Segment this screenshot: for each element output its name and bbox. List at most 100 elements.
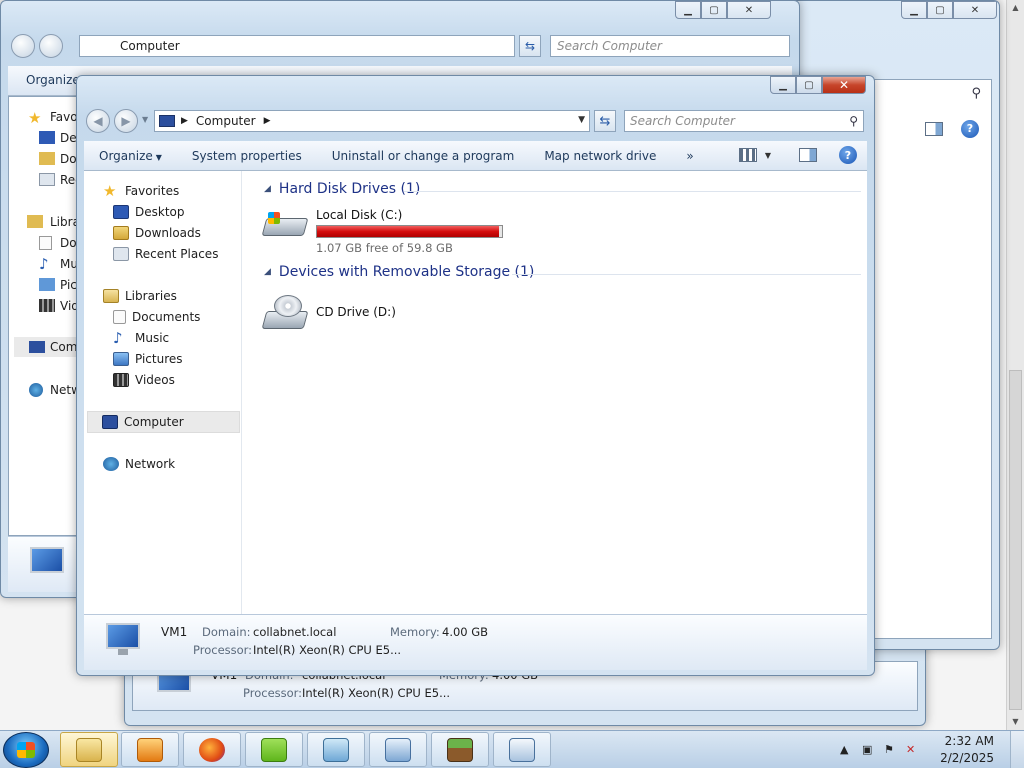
action-center-flag-icon[interactable]: ⚑	[884, 743, 894, 756]
uninstall-program-button[interactable]: Uninstall or change a program	[317, 149, 530, 163]
processor-label: Processor:	[193, 643, 253, 657]
help-icon[interactable]: ?	[839, 146, 857, 164]
minimize-button[interactable]: ▁	[901, 1, 927, 19]
task-app-icon	[323, 737, 349, 762]
details-pane: VM1 Domain: collabnet.local Memory: 4.00…	[84, 614, 867, 670]
nav-libraries[interactable]: Libraries	[103, 289, 177, 303]
nav-network[interactable]: Network	[103, 457, 175, 471]
group-divider	[404, 191, 861, 192]
bg1-nav-computer[interactable]: Com	[14, 337, 78, 357]
clock-date[interactable]: 2/2/2025	[940, 751, 994, 765]
address-bar[interactable]: Computer	[79, 35, 515, 57]
forward-button[interactable]: ▶	[114, 109, 138, 133]
nav-recent-places[interactable]: Recent Places	[113, 247, 218, 261]
recent-places-icon	[39, 173, 55, 186]
nav-downloads[interactable]: Downloads	[113, 226, 201, 240]
taskbar-explorer[interactable]	[60, 732, 118, 767]
collapse-icon[interactable]: ◢	[264, 267, 271, 277]
drive-local-disk-c[interactable]: Local Disk (C:) 1.07 GB free of 59.8 GB	[261, 208, 503, 255]
search-icon[interactable]: ⚲	[971, 86, 981, 101]
breadcrumb-separator[interactable]: ▶	[181, 116, 188, 126]
volume-muted-icon[interactable]: ✕	[906, 743, 915, 756]
nav-computer[interactable]: Computer	[87, 411, 240, 433]
bg1-nav-pictures[interactable]: Pic	[60, 278, 77, 292]
drive-c-info: Local Disk (C:) 1.07 GB free of 59.8 GB	[316, 208, 503, 255]
refresh-button[interactable]: ⇆	[519, 35, 541, 57]
bg1-nav-downloads[interactable]: Do	[60, 152, 77, 166]
refresh-button[interactable]: ⇆	[594, 110, 616, 132]
group-hard-disk-drives[interactable]: ◢ Hard Disk Drives (1)	[264, 181, 420, 197]
forward-button[interactable]	[39, 34, 63, 58]
nav-videos[interactable]: Videos	[113, 373, 175, 387]
network-tray-icon[interactable]: ▣	[862, 743, 872, 756]
nav-pictures[interactable]: Pictures	[113, 352, 183, 366]
taskbar-nvidia[interactable]	[245, 732, 303, 767]
back-button[interactable]	[11, 34, 35, 58]
group-removable-storage[interactable]: ◢ Devices with Removable Storage (1)	[264, 264, 534, 280]
recent-pages-dropdown[interactable]: ▼	[142, 115, 148, 124]
navigation-pane: ★ Favorites Desktop Downloads Recent Plac…	[84, 171, 242, 614]
clock-time[interactable]: 2:32 AM	[945, 734, 994, 748]
minimize-button[interactable]: ▁	[770, 76, 796, 94]
minimize-button[interactable]: ▁	[675, 1, 701, 19]
search-input[interactable]: Search Computer ⚲	[624, 110, 864, 132]
windows-logo-icon	[268, 212, 280, 224]
address-bar[interactable]: ▶ Computer ▶ ▼	[154, 110, 590, 132]
preview-pane-icon[interactable]	[925, 122, 943, 136]
documents-icon	[39, 236, 52, 250]
drive-cd-d[interactable]: CD Drive (D:)	[261, 291, 396, 333]
bg2-caption-buttons: ▁ ▢ ✕	[901, 1, 997, 19]
taskbar-remote-app[interactable]	[493, 732, 551, 767]
group-removable-title: Devices with Removable Storage (1)	[278, 264, 535, 280]
bg1-nav-desktop[interactable]: De	[60, 131, 77, 145]
organize-button[interactable]: Organize	[26, 73, 80, 87]
network-icon	[29, 383, 43, 397]
scroll-thumb[interactable]	[1009, 370, 1022, 710]
system-properties-button[interactable]: System properties	[177, 149, 317, 163]
breadcrumb-separator[interactable]: ▶	[264, 116, 271, 126]
maximize-button[interactable]: ▢	[927, 1, 953, 19]
nav-favorites[interactable]: ★ Favorites	[103, 184, 179, 199]
close-button[interactable]: ✕	[727, 1, 771, 19]
close-button[interactable]: ✕	[822, 76, 866, 94]
main-caption-buttons: ▁ ▢ ✕	[770, 76, 866, 94]
bg1-nav-favorites[interactable]: Favo	[50, 110, 78, 124]
taskbar-minecraft[interactable]	[431, 732, 489, 767]
taskbar-control-panel[interactable]	[369, 732, 427, 767]
address-dropdown[interactable]: ▼	[578, 115, 585, 125]
search-placeholder: Search Computer	[630, 114, 735, 128]
search-icon[interactable]: ⚲	[849, 111, 858, 131]
search-input[interactable]: Search Computer	[550, 35, 790, 57]
computer-explorer-window[interactable]: ▁ ▢ ✕ ◀ ▶ ▼ ▶ Computer ▶ ▼ ⇆ Search Comp…	[76, 75, 875, 676]
recent-places-icon	[113, 247, 129, 261]
scroll-up-arrow[interactable]: ▲	[1007, 0, 1024, 16]
nav-documents[interactable]: Documents	[113, 310, 200, 324]
taskbar-media-player[interactable]	[121, 732, 179, 767]
organize-button[interactable]: Organize ▼	[84, 149, 177, 163]
collapse-icon[interactable]: ◢	[264, 184, 271, 194]
show-hidden-icons-button[interactable]: ▲	[840, 743, 848, 756]
chevron-down-icon[interactable]: ▼	[765, 151, 771, 160]
scroll-down-arrow[interactable]: ▼	[1007, 714, 1024, 730]
desktop-scrollbar[interactable]: ▲ ▼	[1006, 0, 1024, 730]
command-bar: Organize ▼ System properties Uninstall or…	[84, 141, 867, 171]
show-desktop-button[interactable]	[1010, 731, 1024, 768]
maximize-button[interactable]: ▢	[701, 1, 727, 19]
change-view-icon[interactable]	[738, 148, 757, 162]
map-network-drive-button[interactable]: Map network drive	[529, 149, 671, 163]
taskbar-firefox[interactable]	[183, 732, 241, 767]
start-button[interactable]	[3, 732, 49, 768]
taskbar-task-app[interactable]	[307, 732, 365, 767]
nav-desktop[interactable]: Desktop	[113, 205, 185, 219]
navigation-row: ◀ ▶ ▼ ▶ Computer ▶ ▼ ⇆ Search Computer ⚲	[77, 106, 874, 136]
breadcrumb-computer[interactable]: Computer	[196, 114, 256, 128]
more-commands-button[interactable]: »	[671, 149, 708, 163]
preview-pane-icon[interactable]	[799, 148, 817, 162]
back-button[interactable]: ◀	[86, 109, 110, 133]
bg1-nav-documents[interactable]: Do	[60, 236, 77, 250]
close-button[interactable]: ✕	[953, 1, 997, 19]
maximize-button[interactable]: ▢	[796, 76, 822, 94]
help-icon[interactable]: ?	[961, 120, 979, 138]
nav-music[interactable]: ♪ Music	[113, 331, 169, 346]
bg3-processor-label: Processor:	[243, 686, 303, 700]
